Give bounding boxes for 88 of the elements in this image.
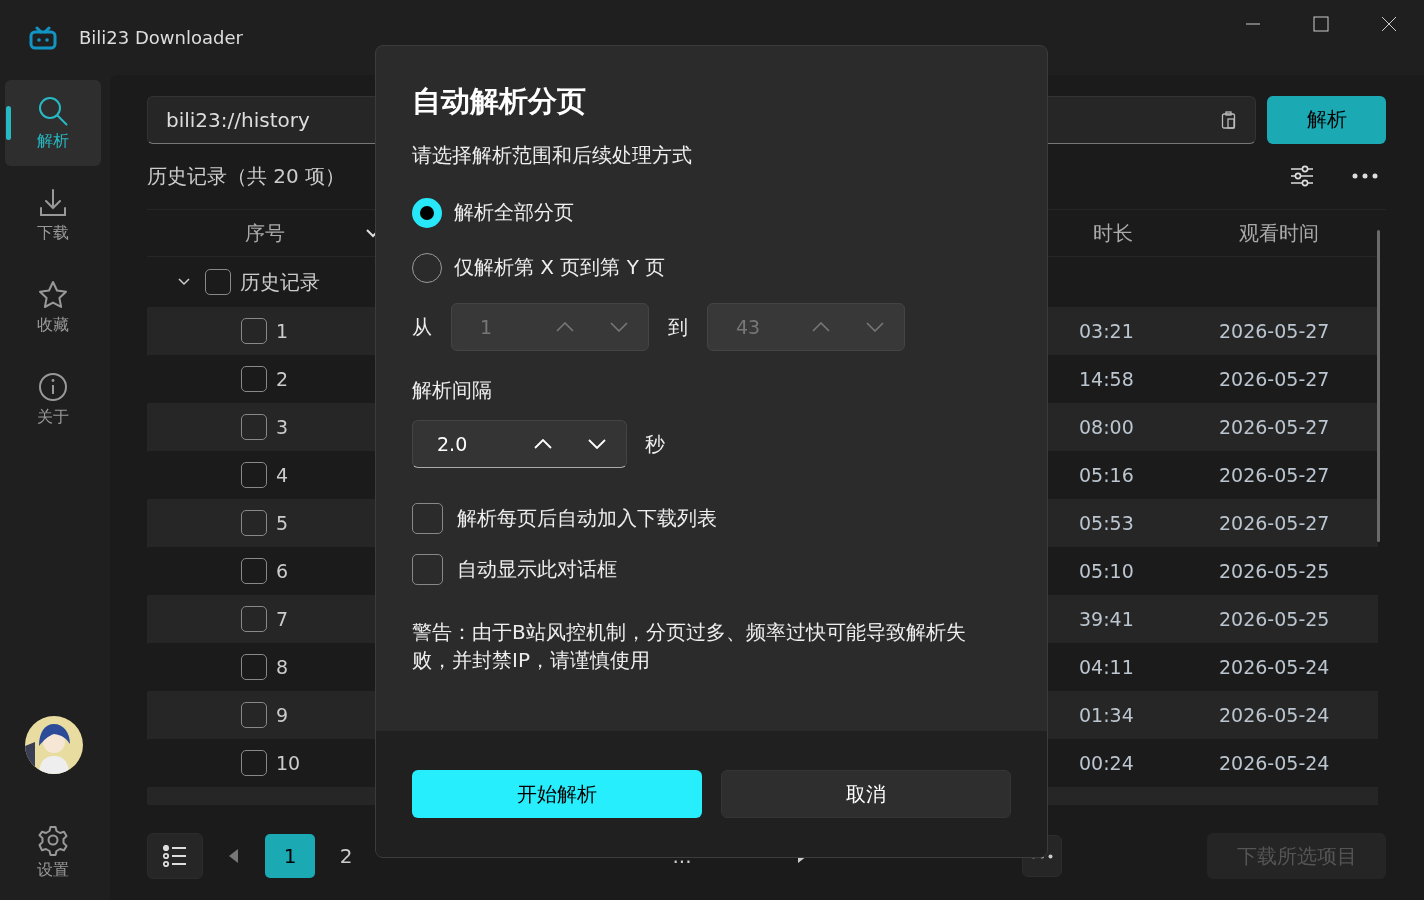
table-cell-text: 08:00: [1078, 416, 1135, 438]
table-cell-text: 01:34: [1078, 704, 1135, 726]
table-cell-text: 05:53: [1078, 512, 1135, 534]
settings-sliders-icon[interactable]: [1290, 165, 1314, 188]
list-view-button[interactable]: [147, 833, 203, 879]
table-cell-text: 03:21: [1078, 320, 1135, 342]
settings-icon[interactable]: [37, 823, 69, 856]
row-number: 9: [276, 704, 289, 726]
row-number: 8: [276, 656, 289, 678]
row-number: 5: [276, 512, 289, 534]
option-label[interactable]: 解析全部分页: [454, 199, 574, 226]
list-icon[interactable]: [163, 845, 187, 867]
window-title: Bili23 Downloader: [79, 27, 243, 48]
clipboard-icon[interactable]: [1221, 110, 1237, 129]
list-title: 历史记录（共 20 项）: [147, 162, 346, 190]
more-icon[interactable]: [1352, 173, 1378, 180]
page-button[interactable]: 2: [321, 834, 371, 878]
checkbox[interactable]: [241, 654, 267, 680]
table-cell-text: 05:16: [1078, 464, 1135, 486]
table-cell-text: 2026-05-27: [1218, 368, 1331, 390]
radio-button[interactable]: [412, 197, 442, 228]
from-label: 从: [412, 313, 433, 341]
parse-button[interactable]: 解析: [1267, 96, 1386, 144]
checkbox[interactable]: [241, 606, 267, 632]
checkbox[interactable]: [241, 510, 267, 536]
checkbox[interactable]: [412, 503, 443, 534]
interval-label: 解析间隔: [412, 377, 493, 404]
page-ellipsis: ...: [671, 843, 693, 870]
checkbox-label[interactable]: 解析每页后自动加入下载列表: [457, 505, 717, 532]
table-cell-text: 2026-05-24: [1218, 752, 1331, 774]
table-cell-text: 2026-05-24: [1218, 656, 1331, 678]
warning-text: 警告：由于B站风控机制，分页过多、频率过快可能导致解析失败，并封禁IP，请谨慎使用: [412, 619, 967, 674]
table-cell-text: 00:24: [1078, 752, 1135, 774]
start-button[interactable]: 开始解析: [412, 770, 702, 818]
checkbox-label[interactable]: 自动显示此对话框: [457, 556, 617, 583]
checkbox[interactable]: [412, 554, 443, 585]
dialog-title: 自动解析分页: [412, 83, 587, 120]
sidebar-item[interactable]: 收藏: [5, 264, 101, 350]
info-icon[interactable]: [37, 370, 69, 403]
checkbox[interactable]: [205, 269, 231, 295]
checkbox[interactable]: [241, 462, 267, 488]
checkbox[interactable]: [241, 366, 267, 392]
row-number: 6: [276, 560, 289, 582]
table-cell-text: 2026-05-24: [1218, 704, 1331, 726]
left-triangle-icon[interactable]: [229, 849, 239, 863]
checkbox[interactable]: [241, 414, 267, 440]
to-label: 到: [668, 313, 689, 341]
search-icon[interactable]: [37, 94, 69, 127]
checkbox[interactable]: [241, 702, 267, 728]
table-cell-text: 14:58: [1078, 368, 1135, 390]
table-cell-text: 2026-05-27: [1218, 320, 1331, 342]
table-cell-text: 2026-05-27: [1218, 512, 1331, 534]
page-button[interactable]: 1: [265, 834, 315, 878]
row-number: 3: [276, 416, 289, 438]
row-number: 7: [276, 608, 289, 630]
table-cell-text: 2026-05-25: [1218, 608, 1331, 630]
table-cell-text: 39:41: [1078, 608, 1135, 630]
chevron-icon[interactable]: [178, 278, 190, 286]
tv-logo-icon: [29, 25, 57, 50]
column-header[interactable]: 序号: [245, 219, 285, 247]
star-icon[interactable]: [37, 278, 69, 311]
column-header[interactable]: 时长: [1045, 219, 1180, 247]
row-number: 10: [276, 752, 301, 774]
unit-label: 秒: [645, 430, 665, 458]
dialog-subtitle: 请选择解析范围和后续处理方式: [412, 142, 693, 169]
row-number: 1: [276, 320, 289, 342]
avatar[interactable]: [25, 716, 83, 774]
close-icon[interactable]: [1381, 16, 1397, 32]
sidebar-item[interactable]: 下载: [5, 172, 101, 258]
table-cell-text: 05:10: [1078, 560, 1135, 582]
sidebar-item[interactable]: 关于: [5, 356, 101, 442]
row-number: 4: [276, 464, 289, 486]
group-label: 历史记录: [240, 268, 320, 296]
option-label[interactable]: 仅解析第 X 页到第 Y 页: [454, 254, 666, 281]
checkbox[interactable]: [241, 558, 267, 584]
table-cell-text: 2026-05-27: [1218, 416, 1331, 438]
download-icon[interactable]: [37, 186, 69, 219]
table-cell-text: 2026-05-27: [1218, 464, 1331, 486]
settings-button[interactable]: 设置: [5, 812, 101, 892]
cancel-button[interactable]: 取消: [721, 770, 1011, 818]
checkbox[interactable]: [241, 318, 267, 344]
column-header[interactable]: 观看时间: [1180, 219, 1378, 247]
checkbox[interactable]: [241, 750, 267, 776]
table-cell-text: 04:11: [1078, 656, 1135, 678]
sidebar-item[interactable]: 解析: [5, 80, 101, 166]
maximize-icon[interactable]: [1313, 16, 1329, 32]
row-number: 2: [276, 368, 289, 390]
table-cell-text: 2026-05-25: [1218, 560, 1331, 582]
